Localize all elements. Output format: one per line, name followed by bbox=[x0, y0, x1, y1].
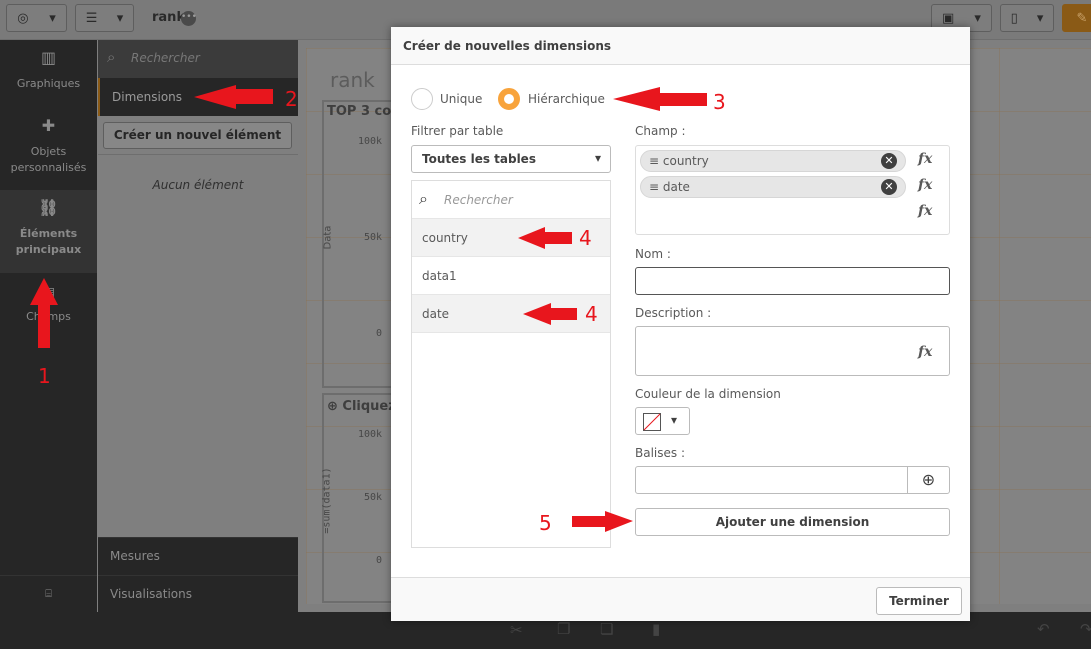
annotation-number: 4 bbox=[579, 226, 592, 250]
annotation-arrow-1 bbox=[30, 278, 58, 348]
annotation-arrows bbox=[30, 85, 707, 532]
annotation-arrow-5 bbox=[572, 511, 633, 532]
annotation-arrow-2 bbox=[194, 85, 273, 109]
annotation-number: 3 bbox=[713, 90, 726, 114]
annotation-number: 5 bbox=[539, 511, 552, 535]
annotation-number: 2 bbox=[285, 87, 298, 111]
annotation-arrow-3 bbox=[613, 87, 707, 111]
annotation-arrow-4a bbox=[518, 227, 572, 249]
annotation-number: 1 bbox=[38, 364, 51, 388]
annotation-arrow-4b bbox=[523, 303, 577, 325]
annotation-number: 4 bbox=[585, 302, 598, 326]
